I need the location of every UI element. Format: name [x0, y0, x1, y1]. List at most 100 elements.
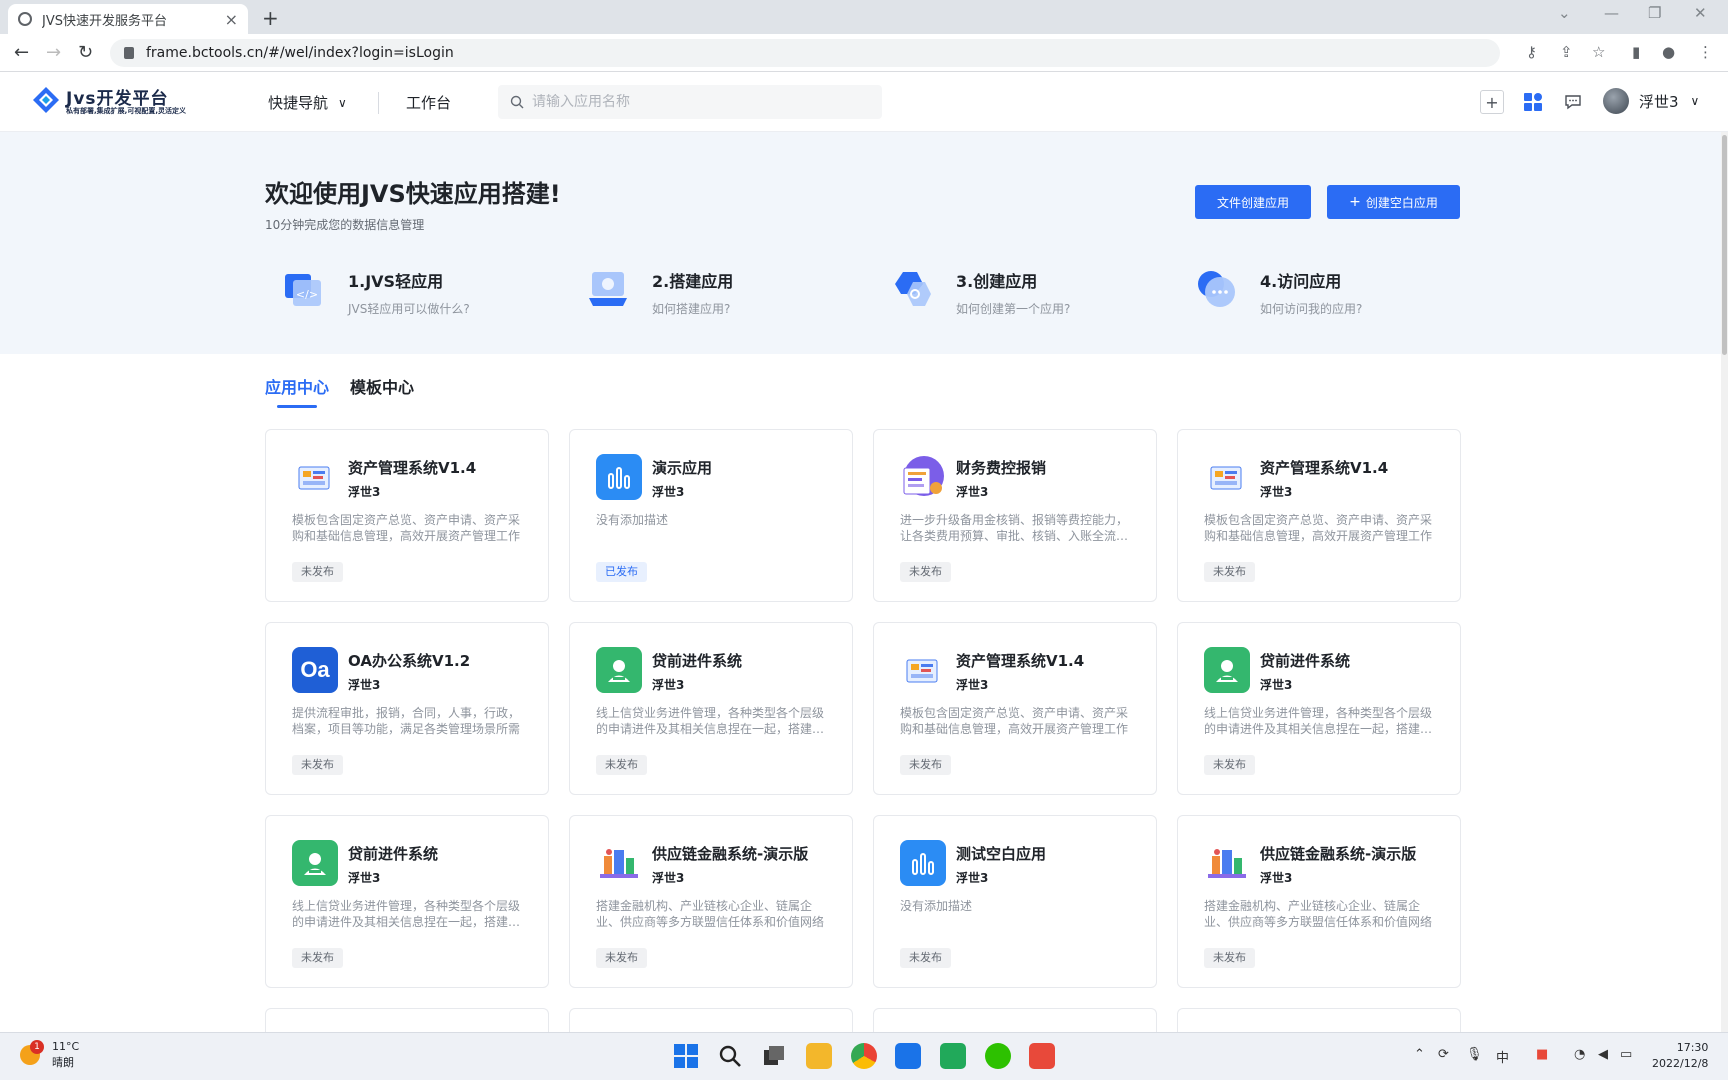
- browser-tab-bar: JVS快速开发服务平台 × + ⌄ — ❐ ✕: [0, 0, 1728, 34]
- windows-start-icon[interactable]: [673, 1043, 699, 1069]
- welcome-title: 欢迎使用JVS快速应用搭建!: [265, 180, 561, 208]
- user-menu[interactable]: 浮世3 ∨: [1603, 88, 1699, 114]
- supply-chain-icon: [596, 840, 642, 886]
- wechat-icon[interactable]: [985, 1043, 1011, 1069]
- status-badge: 未发布: [596, 755, 647, 775]
- weather-widget[interactable]: 1 11°C 晴朗: [20, 1039, 79, 1071]
- app-owner: 浮世3: [956, 485, 989, 499]
- scrollbar-thumb[interactable]: [1722, 135, 1727, 355]
- hexagon-icon: [895, 272, 931, 306]
- sun-icon: 1: [20, 1040, 44, 1065]
- app-owner: 浮世3: [348, 485, 381, 499]
- message-icon[interactable]: [1561, 90, 1585, 114]
- username: 浮世3: [1639, 92, 1679, 111]
- guide-step-3[interactable]: 3.创建应用 如何创建第一个应用?: [873, 268, 1153, 328]
- logo[interactable]: Jvs开发平台 私有部署,集成扩展,可视配置,灵活定义: [32, 84, 202, 122]
- microphone-icon[interactable]: 🎙: [1466, 1047, 1483, 1062]
- app-name: 资产管理系统V1.4: [1260, 459, 1389, 477]
- chevron-down-icon[interactable]: ⌄: [1558, 4, 1571, 22]
- minimize-icon[interactable]: —: [1604, 4, 1619, 22]
- app-header: Jvs开发平台 私有部署,集成扩展,可视配置,灵活定义 快捷导航 ∨ 工作台 +…: [0, 72, 1728, 132]
- close-window-icon[interactable]: ✕: [1694, 4, 1707, 22]
- app-owner: 浮世3: [1260, 871, 1293, 885]
- quick-nav-dropdown[interactable]: 快捷导航 ∨: [268, 92, 347, 113]
- create-blank-app-button[interactable]: + 创建空白应用: [1327, 185, 1460, 219]
- chevron-down-icon: ∨: [1690, 94, 1700, 108]
- guide-step-desc: JVS轻应用可以做什么?: [348, 302, 470, 316]
- forward-icon[interactable]: →: [46, 42, 61, 63]
- loan-icon: [1204, 647, 1250, 693]
- app-card[interactable]: 供应链金融系统-演示版 浮世3 搭建金融机构、产业链核心企业、链属企业、供应商等…: [1177, 815, 1461, 988]
- apps-grid-icon[interactable]: [1521, 90, 1545, 114]
- status-badge: 未发布: [900, 755, 951, 775]
- restore-icon[interactable]: ❐: [1648, 4, 1661, 22]
- app-owner: 浮世3: [652, 485, 685, 499]
- app-desc: 线上信贷业务进件管理，各种类型各个层级的申请进件及其相关信息捏在一起，搭建统一平…: [596, 706, 825, 736]
- file-create-app-button[interactable]: 文件创建应用: [1195, 185, 1311, 219]
- tab-app-center[interactable]: 应用中心: [265, 374, 329, 408]
- app-desc: 模板包含固定资产总览、资产申请、资产采购和基础信息管理，高效开展资产管理工作: [292, 513, 521, 543]
- reload-icon[interactable]: ↻: [78, 42, 93, 63]
- app-search-box[interactable]: [498, 85, 882, 119]
- app-card[interactable]: 资产管理系统V1.4 浮世3 模板包含固定资产总览、资产申请、资产采购和基础信息…: [873, 622, 1157, 795]
- tab-template-center[interactable]: 模板中心: [350, 374, 414, 398]
- app-card[interactable]: 资产管理系统V1.4 浮世3 模板包含固定资产总览、资产申请、资产采购和基础信息…: [1177, 429, 1461, 602]
- status-badge: 未发布: [1204, 562, 1255, 582]
- status-badge: 已发布: [596, 562, 647, 582]
- app-icon-green[interactable]: [940, 1043, 966, 1069]
- app-card[interactable]: 演示应用 浮世3 没有添加描述 已发布: [569, 429, 853, 602]
- clock[interactable]: 17:30 2022/12/8: [1652, 1040, 1708, 1072]
- recorder-icon[interactable]: [1029, 1043, 1055, 1069]
- app-card[interactable]: 测试空白应用 浮世3 没有添加描述 未发布: [873, 815, 1157, 988]
- app-card[interactable]: 财务费控报销 浮世3 进一步升级备用金核销、报销等费控能力，让各类费用预算、审批…: [873, 429, 1157, 602]
- menu-icon[interactable]: ⋮: [1698, 43, 1713, 61]
- guide-step-desc: 如何创建第一个应用?: [956, 302, 1071, 316]
- app-card[interactable]: 供应链金融系统-演示版 浮世3 搭建金融机构、产业链核心企业、链属企业、供应商等…: [569, 815, 853, 988]
- app-desc: 没有添加描述: [900, 899, 973, 913]
- svg-text:</>: </>: [296, 288, 318, 301]
- sidepanel-icon[interactable]: ▮: [1632, 43, 1640, 61]
- app-search-input[interactable]: [532, 94, 872, 110]
- battery-icon[interactable]: ▭: [1620, 1047, 1632, 1062]
- guide-step-4[interactable]: 4.访问应用 如何访问我的应用?: [1177, 268, 1457, 328]
- wifi-icon[interactable]: ◔: [1574, 1047, 1585, 1062]
- app-card[interactable]: 资产管理系统V1.4 浮世3 模板包含固定资产总览、资产申请、资产采购和基础信息…: [265, 429, 549, 602]
- workbench-link[interactable]: 工作台: [406, 92, 451, 113]
- app-card[interactable]: 贷前进件系统 浮世3 线上信贷业务进件管理，各种类型各个层级的申请进件及其相关信…: [265, 815, 549, 988]
- sync-icon[interactable]: ⟳: [1438, 1047, 1449, 1062]
- logo-mark-icon: [33, 87, 59, 113]
- welcome-subtitle: 10分钟完成您的数据信息管理: [265, 218, 425, 232]
- status-badge: 未发布: [292, 562, 343, 582]
- volume-icon[interactable]: ◀: [1598, 1047, 1608, 1062]
- app-card[interactable]: 贷前进件系统 浮世3 线上信贷业务进件管理，各种类型各个层级的申请进件及其相关信…: [569, 622, 853, 795]
- app-name: 供应链金融系统-演示版: [652, 845, 809, 863]
- search-icon[interactable]: [717, 1043, 743, 1069]
- oa-icon: Oa: [292, 647, 338, 693]
- guide-step-2[interactable]: 2.搭建应用 如何搭建应用?: [569, 268, 849, 328]
- chrome-icon[interactable]: [851, 1043, 877, 1069]
- close-tab-icon[interactable]: ×: [225, 10, 238, 29]
- profile-icon[interactable]: ●: [1662, 43, 1675, 61]
- task-view-icon[interactable]: [761, 1043, 787, 1069]
- app-card[interactable]: 贷前进件系统 浮世3 线上信贷业务进件管理，各种类型各个层级的申请进件及其相关信…: [1177, 622, 1461, 795]
- back-icon[interactable]: ←: [14, 42, 29, 63]
- add-icon[interactable]: +: [1480, 90, 1504, 114]
- key-icon[interactable]: ⚷: [1526, 43, 1537, 61]
- monitor-icon: [589, 272, 627, 306]
- new-tab-icon[interactable]: +: [262, 6, 279, 30]
- app-tray-icon[interactable]: ■: [1536, 1047, 1548, 1062]
- share-icon[interactable]: ⇪: [1560, 43, 1573, 61]
- guide-step-1[interactable]: </> 1.JVS轻应用 JVS轻应用可以做什么?: [265, 268, 545, 328]
- file-explorer-icon[interactable]: [806, 1043, 832, 1069]
- ime-indicator[interactable]: 中: [1496, 1047, 1509, 1066]
- star-icon[interactable]: ☆: [1592, 43, 1605, 61]
- app-name: 贷前进件系统: [1260, 652, 1351, 670]
- bar-chart-icon: [900, 840, 946, 886]
- guide-step-desc: 如何搭建应用?: [652, 302, 731, 316]
- app-card[interactable]: Oa OA办公系统V1.2 浮世3 提供流程审批，报销，合同，人事，行政，档案，…: [265, 622, 549, 795]
- browser-tab[interactable]: JVS快速开发服务平台 ×: [8, 4, 248, 34]
- chevron-up-icon[interactable]: ⌃: [1414, 1047, 1425, 1062]
- url-field[interactable]: frame.bctools.cn/#/wel/index?login=isLog…: [110, 39, 1500, 67]
- app-icon-blue[interactable]: [895, 1043, 921, 1069]
- notification-count: 1: [30, 1040, 44, 1054]
